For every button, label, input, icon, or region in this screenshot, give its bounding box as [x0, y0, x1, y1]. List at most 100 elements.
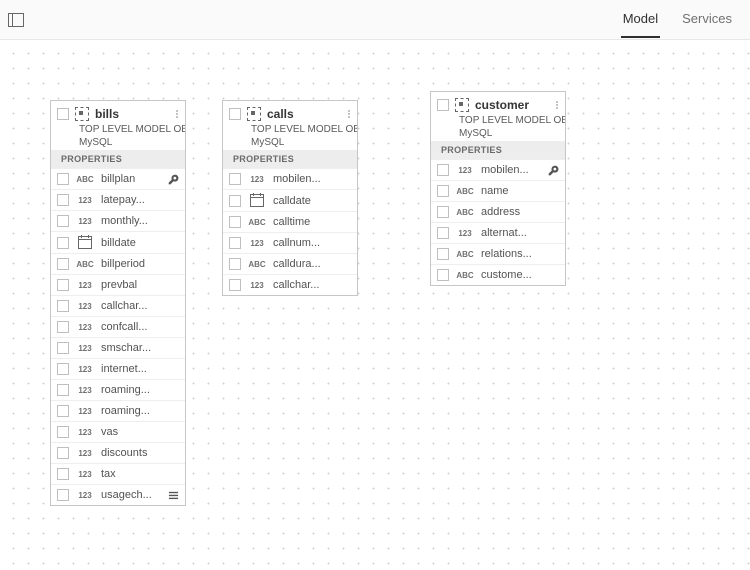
model-card-bills[interactable]: billsTOP LEVEL MODEL OBJECTMySQLPROPERTI… [50, 100, 186, 506]
property-row[interactable]: 123internet... [51, 358, 185, 379]
type-badge: 123 [75, 407, 95, 416]
card-checkbox[interactable] [437, 99, 449, 111]
property-name: mobilen... [481, 164, 542, 176]
type-badge: ABC [75, 260, 95, 269]
property-checkbox[interactable] [57, 258, 69, 270]
property-name: mobilen... [273, 173, 351, 185]
property-row[interactable]: 123roaming... [51, 379, 185, 400]
card-subtitle: TOP LEVEL MODEL OBJECT [431, 115, 565, 128]
property-row[interactable]: 123confcall... [51, 316, 185, 337]
property-row[interactable]: 123usagech... [51, 484, 185, 505]
property-name: billperiod [101, 258, 179, 270]
property-name: internet... [101, 363, 179, 375]
property-row[interactable]: ABCcustome... [431, 264, 565, 285]
type-badge: 123 [247, 281, 267, 290]
property-checkbox[interactable] [57, 173, 69, 185]
property-row[interactable]: 123vas [51, 421, 185, 442]
card-title: customer [475, 98, 549, 112]
property-checkbox[interactable] [57, 215, 69, 227]
card-header: customer [431, 92, 565, 115]
property-name: tax [101, 468, 179, 480]
property-row[interactable]: billdate [51, 231, 185, 253]
property-row[interactable]: ABCaddress [431, 201, 565, 222]
property-checkbox[interactable] [437, 269, 449, 281]
type-badge: 123 [75, 449, 95, 458]
property-checkbox[interactable] [57, 363, 69, 375]
property-row[interactable]: 123monthly... [51, 210, 185, 231]
object-icon [247, 107, 261, 121]
property-checkbox[interactable] [437, 227, 449, 239]
card-subtitle: TOP LEVEL MODEL OBJECT [51, 124, 185, 137]
property-checkbox[interactable] [57, 194, 69, 206]
card-checkbox[interactable] [229, 108, 241, 120]
property-row[interactable]: 123smschar... [51, 337, 185, 358]
property-name: address [481, 206, 559, 218]
property-checkbox[interactable] [57, 489, 69, 501]
property-checkbox[interactable] [437, 206, 449, 218]
property-checkbox[interactable] [229, 237, 241, 249]
property-name: confcall... [101, 321, 179, 333]
card-title: calls [267, 107, 341, 121]
property-row[interactable]: 123callchar... [223, 274, 357, 295]
property-row[interactable]: 123mobilen... [223, 168, 357, 189]
property-name: calldura... [273, 258, 351, 270]
property-name: billdate [101, 237, 179, 249]
property-checkbox[interactable] [57, 237, 69, 249]
property-checkbox[interactable] [229, 279, 241, 291]
property-row[interactable]: 123prevbal [51, 274, 185, 295]
property-checkbox[interactable] [57, 321, 69, 333]
property-checkbox[interactable] [437, 248, 449, 260]
card-subtitle: TOP LEVEL MODEL OBJECT [223, 124, 357, 137]
property-row[interactable]: 123tax [51, 463, 185, 484]
card-checkbox[interactable] [57, 108, 69, 120]
property-row[interactable]: ABCbillplan [51, 168, 185, 189]
property-checkbox[interactable] [229, 216, 241, 228]
property-checkbox[interactable] [57, 405, 69, 417]
property-row[interactable]: 123latepay... [51, 189, 185, 210]
card-source: MySQL [51, 137, 185, 150]
property-row[interactable]: ABCcalltime [223, 211, 357, 232]
property-row[interactable]: 123 discounts [51, 442, 185, 463]
property-row[interactable]: ABCname [431, 180, 565, 201]
property-row[interactable]: 123 alternat... [431, 222, 565, 243]
property-row[interactable]: ABCcalldura... [223, 253, 357, 274]
property-name: calltime [273, 216, 351, 228]
panel-toggle-icon[interactable] [8, 13, 24, 27]
property-row[interactable]: 123callnum... [223, 232, 357, 253]
type-badge: 123 [75, 344, 95, 353]
property-row[interactable]: 123roaming... [51, 400, 185, 421]
type-badge: 123 [455, 229, 475, 238]
property-checkbox[interactable] [437, 185, 449, 197]
property-checkbox[interactable] [229, 195, 241, 207]
property-checkbox[interactable] [229, 173, 241, 185]
model-canvas[interactable]: billsTOP LEVEL MODEL OBJECTMySQLPROPERTI… [0, 40, 750, 570]
property-row[interactable]: ABC billperiod [51, 253, 185, 274]
more-icon[interactable] [555, 100, 559, 110]
property-row[interactable]: 123mobilen... [431, 159, 565, 180]
model-card-calls[interactable]: callsTOP LEVEL MODEL OBJECTMySQLPROPERTI… [222, 100, 358, 296]
property-checkbox[interactable] [57, 279, 69, 291]
property-name: vas [101, 426, 179, 438]
property-row[interactable]: calldate [223, 189, 357, 211]
type-badge: ABC [455, 187, 475, 196]
property-checkbox[interactable] [57, 342, 69, 354]
property-checkbox[interactable] [57, 426, 69, 438]
tab-services[interactable]: Services [680, 1, 734, 38]
model-card-customer[interactable]: customerTOP LEVEL MODEL OBJECTMySQLPROPE… [430, 91, 566, 286]
property-checkbox[interactable] [57, 447, 69, 459]
property-checkbox[interactable] [57, 384, 69, 396]
property-checkbox[interactable] [229, 258, 241, 270]
tab-model[interactable]: Model [621, 1, 660, 38]
property-name: discounts [101, 447, 179, 459]
card-title: bills [95, 107, 169, 121]
property-row[interactable]: ABCrelations... [431, 243, 565, 264]
property-name: alternat... [481, 227, 559, 239]
property-checkbox[interactable] [437, 164, 449, 176]
more-icon[interactable] [175, 109, 179, 119]
type-badge: ABC [455, 271, 475, 280]
property-checkbox[interactable] [57, 468, 69, 480]
property-checkbox[interactable] [57, 300, 69, 312]
type-badge: 123 [75, 386, 95, 395]
more-icon[interactable] [347, 109, 351, 119]
property-row[interactable]: 123callchar... [51, 295, 185, 316]
